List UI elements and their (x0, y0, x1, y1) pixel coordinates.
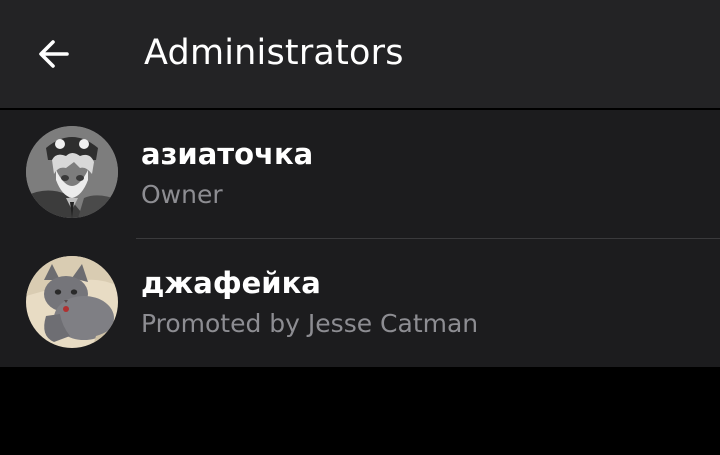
admin-row-promoted[interactable]: джафейка Promoted by Jesse Catman (0, 239, 720, 367)
admin-name: азиаточка (141, 137, 314, 171)
admin-list: азиаточка Owner джафейка Promoted by Jes… (0, 110, 720, 367)
grey-cat-avatar-icon (26, 256, 118, 348)
admin-row-owner[interactable]: азиаточка Owner (0, 110, 720, 239)
top-app-bar: Administrators (0, 0, 720, 108)
anime-character-avatar-icon (26, 126, 118, 218)
avatar (26, 256, 118, 348)
avatar (26, 126, 118, 218)
admin-role: Promoted by Jesse Catman (141, 309, 479, 338)
arrow-left-icon (39, 40, 69, 68)
page-title: Administrators (144, 33, 404, 73)
back-button[interactable] (24, 24, 84, 84)
admin-name: джафейка (141, 266, 321, 300)
admin-role: Owner (141, 180, 223, 209)
administrators-screen: Administrators азиаточка Owner джафейка … (0, 0, 720, 455)
